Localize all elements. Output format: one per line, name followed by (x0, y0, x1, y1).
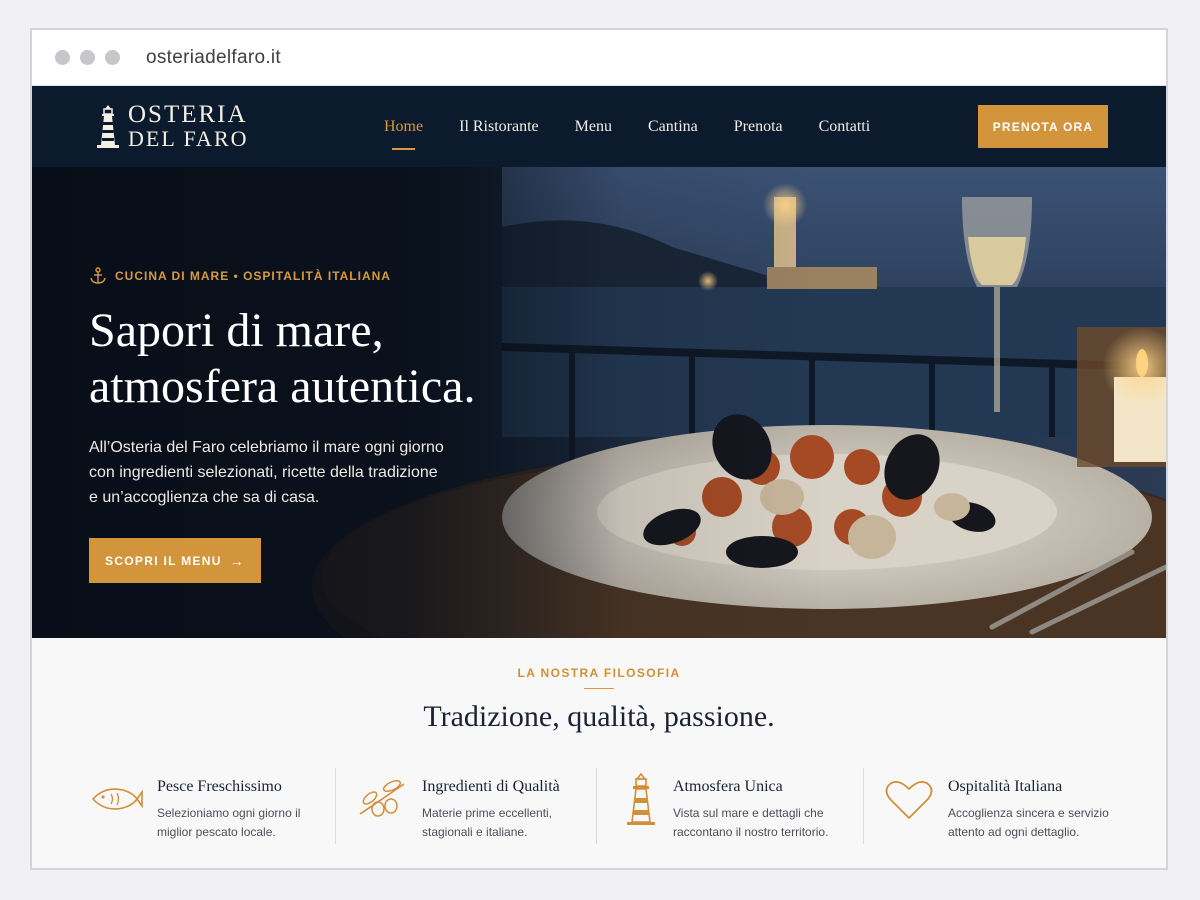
arrow-right-icon: → (229, 552, 245, 569)
hero-description: All’Osteria del Faro celebriamo il mare … (89, 439, 444, 506)
brand-name-line-1: OSTERIA (128, 100, 248, 128)
heart-icon (885, 780, 933, 819)
feature-item: Atmosfera Unica Vista sul mare e dettagl… (596, 768, 863, 844)
hero-section: CUCINA DI MARE • OSPITALITÀ ITALIANA Sap… (32, 167, 1166, 638)
lighthouse-icon (627, 772, 655, 825)
feature-description: Materie prime eccellenti, stagionali e i… (422, 806, 553, 839)
nav-home[interactable]: Home (384, 118, 423, 150)
lighthouse-icon (97, 104, 119, 148)
site-header: OSTERIA DEL FARO Home Il Ristorante Menu… (32, 86, 1166, 167)
window-controls (55, 50, 120, 65)
hero-eyebrow-text: CUCINA DI MARE • OSPITALITÀ ITALIANA (115, 269, 391, 283)
hero-content: CUCINA DI MARE • OSPITALITÀ ITALIANA Sap… (89, 267, 609, 583)
main-menu: Home Il Ristorante Menu Cantina Prenota … (384, 86, 906, 167)
feature-title: Ospitalità Italiana (948, 778, 1063, 795)
book-now-button[interactable]: PRENOTA ORA (978, 105, 1108, 148)
philosophy-divider (584, 688, 614, 689)
brand-logo[interactable]: OSTERIA DEL FARO (94, 100, 249, 151)
feature-list: Pesce Freschissimo Selezioniamo ogni gio… (32, 768, 1166, 844)
minimize-window-dot[interactable] (80, 50, 95, 65)
anchor-icon (90, 267, 106, 284)
nav-il-ristorante[interactable]: Il Ristorante (459, 118, 539, 136)
philosophy-title: Tradizione, qualità, passione. (423, 700, 775, 733)
feature-title: Ingredienti di Qualità (422, 778, 560, 795)
feature-description: Accoglienza sincera e servizio attento a… (948, 806, 1109, 839)
feature-description: Vista sul mare e dettagli che raccontano… (673, 806, 829, 839)
address-bar[interactable]: osteriadelfaro.it (146, 47, 281, 69)
browser-window: osteriadelfaro.it OSTERIA DEL FARO Home … (30, 28, 1168, 870)
feature-item: Pesce Freschissimo Selezioniamo ogni gio… (32, 768, 335, 844)
hero-eyebrow: CUCINA DI MARE • OSPITALITÀ ITALIANA (89, 267, 609, 285)
olive-icon (359, 779, 405, 817)
feature-description: Selezioniamo ogni giorno il miglior pesc… (157, 806, 301, 839)
brand-name-line-2: DEL FARO (128, 125, 249, 151)
feature-item: Ospitalità Italiana Accoglienza sincera … (863, 768, 1166, 844)
maximize-window-dot[interactable] (105, 50, 120, 65)
nav-cantina[interactable]: Cantina (648, 118, 698, 136)
discover-menu-button[interactable]: SCOPRI IL MENU → (89, 538, 261, 583)
feature-title: Pesce Freschissimo (157, 778, 282, 795)
nav-prenota[interactable]: Prenota (734, 118, 783, 136)
feature-item: Ingredienti di Qualità Materie prime ecc… (335, 768, 596, 844)
discover-menu-label: SCOPRI IL MENU (105, 553, 222, 568)
feature-title: Atmosfera Unica (673, 778, 783, 795)
hero-headline: Sapori di mare, atmosfera autentica. (89, 304, 476, 413)
nav-menu[interactable]: Menu (575, 118, 612, 136)
browser-toolbar: osteriadelfaro.it (32, 30, 1166, 86)
fish-icon (91, 788, 143, 810)
nav-contatti[interactable]: Contatti (819, 118, 871, 136)
close-window-dot[interactable] (55, 50, 70, 65)
philosophy-section: LA NOSTRA FILOSOFIA Tradizione, qualità,… (32, 638, 1166, 868)
philosophy-eyebrow: LA NOSTRA FILOSOFIA (517, 666, 681, 680)
